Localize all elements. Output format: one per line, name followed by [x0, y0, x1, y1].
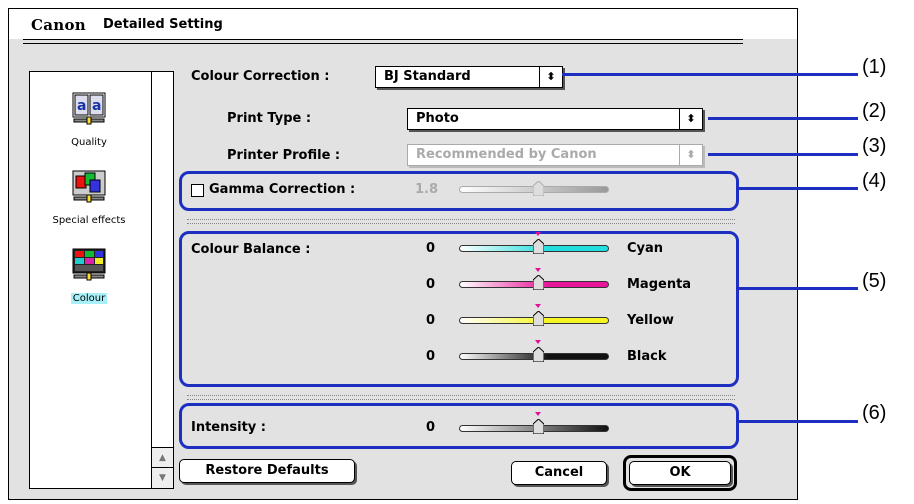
colour-correction-popup[interactable]: BJ Standard ⬍	[375, 66, 563, 88]
window-title: Detailed Setting	[103, 17, 223, 32]
gamma-slider-thumb	[533, 181, 544, 196]
ok-button[interactable]: OK	[629, 461, 731, 485]
popup-arrows-icon: ⬍	[679, 109, 702, 129]
callout-leader-6	[738, 420, 858, 423]
settings-category-list[interactable]: a a Quality Special effects Colour ▲ ▼	[29, 71, 174, 489]
section-divider	[187, 395, 735, 400]
gamma-correction-label: Gamma Correction :	[209, 182, 356, 197]
print-type-popup[interactable]: Photo ⬍	[407, 108, 703, 130]
print-type-value: Photo	[416, 111, 459, 126]
colour-correction-value: BJ Standard	[384, 69, 471, 84]
callout-leader-2	[708, 117, 858, 120]
yellow-default-marker	[535, 304, 541, 308]
popup-arrows-icon: ⬍	[539, 67, 562, 87]
cyan-slider-thumb[interactable]	[533, 239, 544, 254]
magenta-default-marker	[535, 268, 541, 272]
magenta-value: 0	[425, 277, 435, 292]
svg-text:a: a	[77, 98, 86, 114]
callout-leader-3	[708, 153, 858, 156]
cyan-default-marker	[535, 232, 541, 236]
callout-leader-4	[738, 187, 858, 190]
magenta-label: Magenta	[627, 277, 692, 292]
cyan-label: Cyan	[627, 241, 664, 256]
svg-text:a: a	[92, 98, 101, 114]
special-effects-icon	[72, 170, 106, 204]
callout-leader-1	[562, 73, 858, 76]
sidebar-item-special-effects[interactable]: Special effects	[30, 170, 148, 227]
colour-correction-label: Colour Correction :	[191, 69, 330, 84]
scroll-down-arrow-icon[interactable]: ▼	[152, 467, 173, 488]
intensity-default-marker	[535, 412, 541, 416]
yellow-slider-thumb[interactable]	[533, 311, 544, 326]
section-divider	[187, 219, 735, 224]
black-default-marker	[535, 340, 541, 344]
black-label: Black	[627, 349, 667, 364]
gamma-value: 1.8	[415, 182, 439, 197]
black-slider-thumb[interactable]	[533, 347, 544, 362]
yellow-label: Yellow	[627, 313, 674, 328]
yellow-value: 0	[425, 313, 435, 328]
printer-profile-value: Recommended by Canon	[416, 147, 597, 162]
printer-profile-popup: Recommended by Canon ⬍	[407, 144, 703, 166]
callout-leader-5	[738, 287, 858, 290]
print-type-label: Print Type :	[227, 111, 312, 126]
callout-4: (4)	[862, 170, 887, 192]
colour-icon	[72, 248, 106, 282]
callout-6: (6)	[862, 402, 887, 424]
canon-brand-logo: Canon	[31, 16, 86, 34]
quality-icon: a a	[72, 92, 106, 126]
intensity-value: 0	[425, 420, 435, 435]
title-bar: Canon Detailed Setting	[9, 9, 797, 39]
gamma-correction-checkbox[interactable]	[191, 184, 204, 197]
title-divider	[23, 39, 743, 40]
sidebar-scrollbar[interactable]: ▲ ▼	[151, 72, 173, 488]
sidebar-item-label: Colour	[70, 293, 108, 304]
colour-balance-label: Colour Balance :	[191, 242, 311, 257]
intensity-label: Intensity :	[191, 420, 266, 435]
callout-2: (2)	[862, 100, 887, 122]
callout-3: (3)	[862, 135, 887, 157]
intensity-slider-thumb[interactable]	[533, 419, 544, 434]
detailed-setting-window: Canon Detailed Setting a a Quality Speci…	[8, 8, 798, 500]
cyan-value: 0	[425, 241, 435, 256]
sidebar-item-colour[interactable]: Colour	[30, 248, 148, 305]
magenta-slider-thumb[interactable]	[533, 275, 544, 290]
title-divider	[23, 43, 743, 44]
black-value: 0	[425, 349, 435, 364]
popup-arrows-icon: ⬍	[679, 145, 702, 165]
sidebar-item-quality[interactable]: a a Quality	[30, 92, 148, 149]
callout-5: (5)	[862, 270, 887, 292]
callout-1: (1)	[862, 56, 887, 78]
printer-profile-label: Printer Profile :	[227, 148, 341, 163]
cancel-button[interactable]: Cancel	[511, 461, 607, 485]
restore-defaults-button[interactable]: Restore Defaults	[179, 459, 355, 483]
sidebar-item-label: Special effects	[52, 215, 126, 226]
sidebar-item-label: Quality	[71, 137, 107, 148]
scroll-up-arrow-icon[interactable]: ▲	[152, 447, 173, 468]
